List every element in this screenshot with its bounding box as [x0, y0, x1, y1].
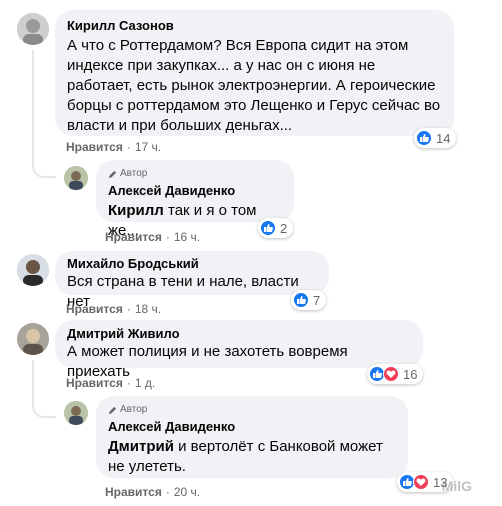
like-button[interactable]: Нравится — [66, 302, 123, 316]
timestamp[interactable]: 1 д. — [135, 376, 155, 390]
avatar[interactable] — [64, 166, 88, 190]
avatar[interactable] — [17, 323, 49, 355]
separator-dot: · — [126, 140, 131, 154]
mention[interactable]: Кирилл — [108, 202, 164, 219]
like-reaction-icon — [260, 220, 276, 236]
thread-line — [32, 360, 56, 418]
reaction-count: 16 — [403, 366, 418, 382]
avatar[interactable] — [17, 13, 49, 45]
like-reaction-icon — [416, 130, 432, 146]
comment-text: А что с Роттердамом? Вся Европа сидит на… — [67, 37, 441, 134]
comment-actions: Нравится · 16 ч. — [105, 230, 200, 244]
comment-bubble: Михайло Бродський Вся страна в тени и на… — [55, 251, 329, 310]
avatar[interactable] — [17, 254, 49, 286]
reaction-summary[interactable]: 16 — [367, 364, 424, 384]
comment-actions: Нравится · 20 ч. — [105, 485, 200, 499]
separator-dot: · — [126, 376, 131, 390]
love-reaction-icon — [383, 366, 399, 382]
author-badge: Автор — [108, 168, 282, 180]
author-badge-label: Автор — [120, 168, 148, 179]
pen-icon — [108, 406, 117, 414]
reaction-count: 14 — [436, 130, 451, 146]
timestamp[interactable]: 16 ч. — [174, 230, 200, 244]
timestamp[interactable]: 20 ч. — [174, 485, 200, 499]
timestamp[interactable]: 17 ч. — [135, 140, 161, 154]
watermark: MilG — [441, 478, 472, 494]
like-button[interactable]: Нравится — [105, 485, 162, 499]
love-reaction-icon — [413, 474, 429, 490]
like-reaction-icon — [293, 292, 309, 308]
separator-dot: · — [126, 302, 131, 316]
comment-actions: Нравится · 18 ч. — [66, 302, 161, 316]
comment-author[interactable]: Алексей Давиденко — [108, 183, 282, 199]
comment-actions: Нравится · 17 ч. — [66, 140, 161, 154]
separator-dot: · — [165, 230, 170, 244]
comment-author[interactable]: Алексей Давиденко — [108, 419, 396, 435]
like-button[interactable]: Нравится — [105, 230, 162, 244]
author-badge: Автор — [108, 404, 396, 416]
comment-text-wrapper: Дмитрий и вертолёт с Банковой может не у… — [108, 437, 396, 477]
comment-bubble: Автор Алексей Давиденко Кирилл так и я о… — [96, 160, 294, 239]
reaction-summary[interactable]: 2 — [258, 218, 294, 238]
comment-bubble: Кирилл Сазонов А что с Роттердамом? Вся … — [55, 10, 454, 136]
reaction-count: 2 — [280, 220, 288, 236]
comment-bubble: Дмитрий Живило А может полиция и не захо… — [55, 320, 423, 380]
avatar[interactable] — [64, 401, 88, 425]
comment-author[interactable]: Михайло Бродський — [67, 256, 317, 272]
timestamp[interactable]: 18 ч. — [135, 302, 161, 316]
author-badge-label: Автор — [120, 404, 148, 415]
separator-dot: · — [165, 485, 170, 499]
thread-line — [32, 50, 56, 178]
comment-author[interactable]: Кирилл Сазонов — [67, 18, 442, 34]
like-button[interactable]: Нравится — [66, 140, 123, 154]
reaction-count: 7 — [313, 292, 321, 308]
comment-author[interactable]: Дмитрий Живило — [67, 326, 411, 342]
pen-icon — [108, 170, 117, 178]
comment-actions: Нравится · 1 д. — [66, 376, 155, 390]
mention[interactable]: Дмитрий — [108, 438, 174, 455]
reaction-summary[interactable]: 7 — [291, 290, 327, 310]
comment-bubble: Автор Алексей Давиденко Дмитрий и вертол… — [96, 396, 408, 478]
like-button[interactable]: Нравится — [66, 376, 123, 390]
reaction-summary[interactable]: 14 — [414, 128, 457, 148]
